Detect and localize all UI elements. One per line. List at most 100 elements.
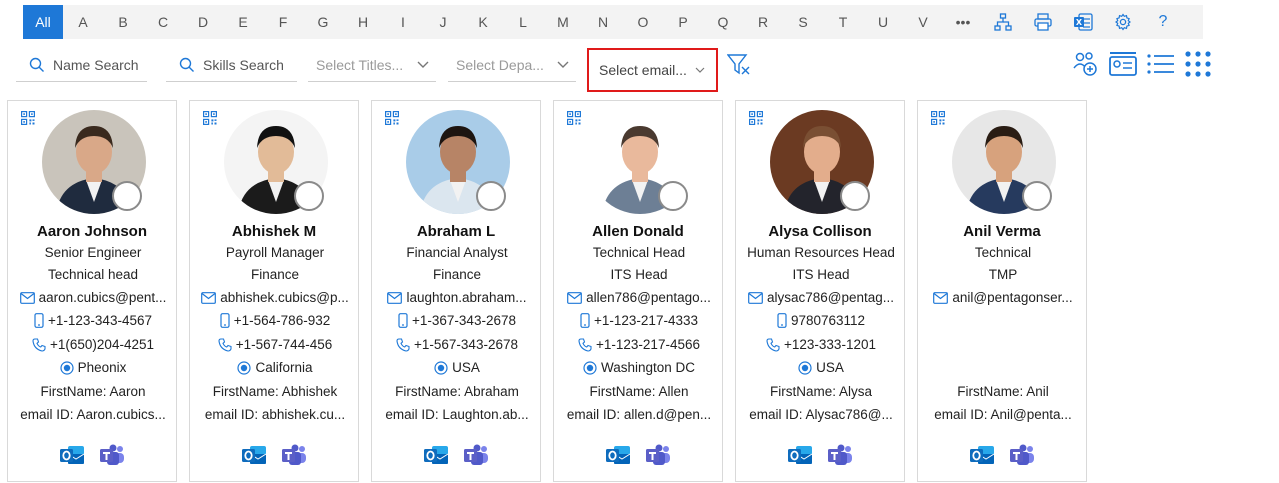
letter-filter-u[interactable]: U [863,5,903,39]
letter-filter-q[interactable]: Q [703,5,743,39]
qr-code-icon[interactable] [749,111,763,125]
teams-icon[interactable] [463,443,489,467]
card-name[interactable]: Alysa Collison [736,223,904,240]
letter-filter-b[interactable]: B [103,5,143,39]
letter-filter-o[interactable]: O [623,5,663,39]
letter-filter-h[interactable]: H [343,5,383,39]
email-select[interactable]: Select email... [587,48,718,92]
card-phone[interactable]: +1-567-343-2678 [414,337,518,352]
qr-code-icon[interactable] [203,111,217,125]
letter-filter-i[interactable]: I [383,5,423,39]
card-app-links [8,443,176,467]
letter-filter-all[interactable]: All [23,5,63,39]
more-letters-button[interactable]: ••• [943,5,983,39]
card-email-id: email ID: Anil@penta... [934,407,1072,422]
card-mobile[interactable]: +1-123-343-4567 [48,313,152,328]
employee-card[interactable]: Abraham L Financial Analyst Finance laughto… [371,100,541,482]
teams-icon[interactable] [827,443,853,467]
letter-filter-g[interactable]: G [303,5,343,39]
titles-select[interactable]: Select Titles... [308,48,436,82]
card-name[interactable]: Abhishek M [190,223,358,240]
location-icon [583,360,597,375]
qr-code-icon[interactable] [385,111,399,125]
employee-card[interactable]: Alysa Collison Human Resources Head ITS He… [735,100,905,482]
outlook-icon[interactable] [787,443,813,467]
card-name[interactable]: Abraham L [372,223,540,240]
outlook-icon[interactable] [605,443,631,467]
list-view-icon[interactable] [1147,53,1175,75]
grid-view-icon[interactable] [1185,51,1211,77]
card-department: Technical head [47,267,139,282]
outlook-icon[interactable] [423,443,449,467]
org-chart-icon[interactable] [983,5,1023,39]
letter-filter-a[interactable]: A [63,5,103,39]
card-name[interactable]: Aaron Johnson [8,223,176,240]
teams-icon[interactable] [99,443,125,467]
qr-code-icon[interactable] [21,111,35,125]
card-mobile[interactable]: +1-367-343-2678 [412,313,516,328]
card-name[interactable]: Anil Verma [918,223,1086,240]
departments-select[interactable]: Select Depa... [448,48,576,82]
qr-code-icon[interactable] [567,111,581,125]
outlook-icon[interactable] [969,443,995,467]
card-app-links [372,443,540,467]
card-email[interactable]: alysac786@pentag... [767,290,894,305]
letter-filter-m[interactable]: M [543,5,583,39]
teams-icon[interactable] [281,443,307,467]
card-email[interactable]: laughton.abraham... [406,290,526,305]
presence-status-indicator [840,181,870,211]
clear-filter-icon[interactable] [727,54,751,76]
card-email[interactable]: abhishek.cubics@p... [220,290,349,305]
qr-code-icon[interactable] [931,111,945,125]
card-view-icon[interactable] [1109,51,1137,77]
phone-icon [578,337,592,352]
card-email-id: email ID: Aaron.cubics... [20,407,166,422]
card-mobile[interactable]: +1-123-217-4333 [594,313,698,328]
name-search-input[interactable]: Name Search [16,48,147,82]
card-phone[interactable]: +1-567-744-456 [236,337,332,352]
employee-card[interactable]: Aaron Johnson Senior Engineer Technical he… [7,100,177,482]
outlook-icon[interactable] [241,443,267,467]
letter-filter-r[interactable]: R [743,5,783,39]
presence-status-indicator [1022,181,1052,211]
card-phone[interactable]: +1(650)204-4251 [50,337,154,352]
search-icon [179,57,194,72]
letter-filter-v[interactable]: V [903,5,943,39]
excel-export-icon[interactable]: X [1063,5,1103,39]
letter-filter-c[interactable]: C [143,5,183,39]
letter-filter-e[interactable]: E [223,5,263,39]
settings-icon[interactable] [1103,5,1143,39]
card-mobile[interactable]: 9780763112 [791,313,865,328]
letter-filter-t[interactable]: T [823,5,863,39]
card-app-links [736,443,904,467]
card-name[interactable]: Allen Donald [554,223,722,240]
skills-search-input[interactable]: Skills Search [166,48,297,82]
add-user-icon[interactable] [1071,50,1099,78]
employee-card[interactable]: Anil Verma Technical TMP anil@pentagonser..… [917,100,1087,482]
letter-filter-l[interactable]: L [503,5,543,39]
teams-icon[interactable] [1009,443,1035,467]
card-mobile[interactable]: +1-564-786-932 [234,313,330,328]
card-email-row: alysac786@pentag... [740,290,902,305]
letter-filter-s[interactable]: S [783,5,823,39]
letter-filter-n[interactable]: N [583,5,623,39]
card-phone[interactable]: +123-333-1201 [784,337,876,352]
letter-filter-j[interactable]: J [423,5,463,39]
employee-card[interactable]: Abhishek M Payroll Manager Finance abhishek… [189,100,359,482]
letter-filter-d[interactable]: D [183,5,223,39]
card-phone[interactable]: +1-123-217-4566 [596,337,700,352]
letter-filter-k[interactable]: K [463,5,503,39]
mobile-phone-icon [777,313,787,328]
card-email[interactable]: anil@pentagonser... [952,290,1072,305]
card-email-row: anil@pentagonser... [922,290,1084,305]
card-email[interactable]: allen786@pentago... [586,290,711,305]
teams-icon[interactable] [645,443,671,467]
employee-card[interactable]: Allen Donald Technical Head ITS Head allen7… [553,100,723,482]
letter-filter-f[interactable]: F [263,5,303,39]
letter-filter-p[interactable]: P [663,5,703,39]
help-icon[interactable]: ? [1143,5,1183,39]
card-first-name: FirstName: Alysa [769,384,873,399]
outlook-icon[interactable] [59,443,85,467]
card-email[interactable]: aaron.cubics@pent... [39,290,167,305]
print-icon[interactable] [1023,5,1063,39]
